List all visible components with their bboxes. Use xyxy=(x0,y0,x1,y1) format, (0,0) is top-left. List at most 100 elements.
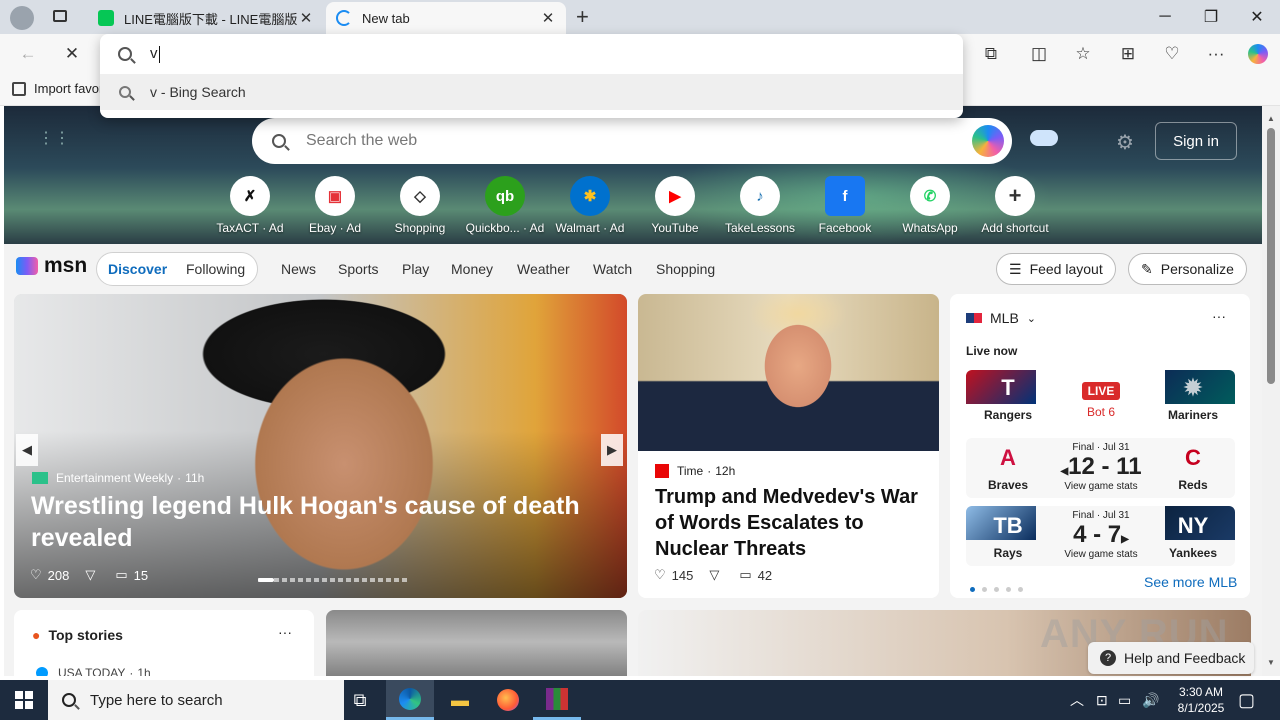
weather-cloud-icon[interactable] xyxy=(1030,130,1058,146)
network-icon[interactable]: ▭ xyxy=(1118,680,1131,720)
tab-discover[interactable]: Discover xyxy=(108,261,167,277)
shortcut-quickbooks[interactable]: qb Quickbo... · Ad xyxy=(460,176,550,235)
carousel-next-arrow[interactable]: ▶ xyxy=(601,434,623,466)
scrollbar-thumb[interactable] xyxy=(1267,128,1275,384)
trump-story-card[interactable]: Time · 12h Trump and Medvedev's War of W… xyxy=(638,294,939,598)
carousel-dots[interactable] xyxy=(258,578,408,582)
tab-line[interactable]: LINE電腦版下載 - LINE電腦版下載 ✕ xyxy=(88,2,324,34)
more-menu-icon[interactable]: ··· xyxy=(1202,40,1230,68)
scroll-down-arrow[interactable]: ▼ xyxy=(1267,658,1275,667)
extensions-icon[interactable]: ⧉ xyxy=(977,40,1005,68)
takelessons-icon: ♪ xyxy=(740,176,780,216)
mariners-logo-icon: ✹ xyxy=(1183,375,1203,400)
shortcut-taxact[interactable]: ✗ TaxACT · Ad xyxy=(205,176,295,235)
close-tab-icon[interactable]: ✕ xyxy=(540,9,556,27)
like-icon[interactable]: ♡ xyxy=(654,567,666,583)
taskbar-search-box[interactable]: Type here to search xyxy=(48,680,344,720)
close-window-button[interactable]: ✕ xyxy=(1234,0,1280,34)
like-icon[interactable]: ♡ xyxy=(30,567,42,583)
tab-actions-icon[interactable] xyxy=(53,10,67,22)
minimize-button[interactable]: ─ xyxy=(1142,0,1188,34)
shortcut-walmart[interactable]: ✱ Walmart · Ad xyxy=(545,176,635,235)
ebay-icon: ▣ xyxy=(315,176,355,216)
help-feedback-button[interactable]: ? Help and Feedback xyxy=(1088,642,1254,674)
story-headline[interactable]: Trump and Medvedev's War of Words Escala… xyxy=(655,484,925,562)
shortcut-whatsapp[interactable]: ✆ WhatsApp xyxy=(885,176,975,235)
more-options-icon[interactable]: ··· xyxy=(1212,308,1226,324)
whatsapp-icon: ✆ xyxy=(910,176,950,216)
shortcut-takelessons[interactable]: ♪ TakeLessons xyxy=(715,176,805,235)
performance-icon[interactable]: ♡ xyxy=(1158,40,1186,68)
mlb-title[interactable]: MLB xyxy=(990,310,1019,326)
notification-icon[interactable]: ▢ xyxy=(1238,680,1255,720)
apps-grid-icon[interactable]: ⋮⋮ xyxy=(38,128,70,147)
shortcut-ebay[interactable]: ▣ Ebay · Ad xyxy=(290,176,380,235)
scroll-up-arrow[interactable]: ▲ xyxy=(1267,114,1275,123)
restore-button[interactable]: ❐ xyxy=(1188,0,1234,34)
nav-weather[interactable]: Weather xyxy=(517,261,570,277)
edge-taskbar-icon[interactable] xyxy=(386,680,434,720)
copilot-icon[interactable] xyxy=(972,125,1004,157)
add-shortcut-button[interactable]: + Add shortcut xyxy=(970,176,1060,235)
top-stories-title[interactable]: Top stories xyxy=(48,627,122,643)
suggestion-bing-search[interactable]: v - Bing Search xyxy=(100,74,963,110)
feed-layout-button[interactable]: ☰ Feed layout xyxy=(996,253,1116,285)
favorites-star-icon[interactable]: ☆ xyxy=(1069,40,1097,68)
nav-shopping[interactable]: Shopping xyxy=(656,261,715,277)
more-options-icon[interactable]: ··· xyxy=(278,624,292,640)
copilot-icon[interactable] xyxy=(1244,40,1272,68)
firefox-icon[interactable] xyxy=(484,680,532,720)
view-game-stats-link[interactable]: View game stats xyxy=(1046,549,1156,560)
msn-logo[interactable]: msn xyxy=(16,254,87,278)
tab-new-tab[interactable]: New tab ✕ xyxy=(326,2,566,34)
file-explorer-icon[interactable]: ▬ xyxy=(436,680,484,720)
comment-icon[interactable]: ▭ xyxy=(739,567,751,583)
tab-following[interactable]: Following xyxy=(186,261,245,277)
main-story-card[interactable]: ◀ ▶ Entertainment Weekly · 11h Wrestling… xyxy=(14,294,627,598)
show-hidden-icons[interactable]: ︿ xyxy=(1070,680,1084,720)
web-search-box[interactable]: Search the web xyxy=(252,118,1012,164)
sign-in-button[interactable]: Sign in xyxy=(1155,122,1237,160)
import-favorites-button[interactable]: Import favor xyxy=(12,81,103,96)
task-view-icon[interactable]: ⧉ xyxy=(336,680,384,720)
nav-watch[interactable]: Watch xyxy=(593,261,632,277)
game-rays-yankees[interactable]: TB Rays NY Yankees Final · Jul 31 4 - 7▶ Vie… xyxy=(966,506,1235,566)
carousel-prev-arrow[interactable]: ◀ xyxy=(16,434,38,466)
dislike-icon[interactable]: ▽ xyxy=(709,567,719,583)
address-input[interactable]: v xyxy=(100,34,963,74)
chevron-down-icon[interactable]: ⌄ xyxy=(1027,312,1036,325)
nav-money[interactable]: Money xyxy=(451,261,493,277)
nav-news[interactable]: News xyxy=(281,261,316,277)
search-icon xyxy=(272,134,286,148)
story-headline[interactable]: Wrestling legend Hulk Hogan's cause of d… xyxy=(31,490,591,554)
walmart-story-card[interactable] xyxy=(326,610,627,676)
network-status-icon[interactable]: ⊡ xyxy=(1096,680,1108,720)
personalize-button[interactable]: ✎ Personalize xyxy=(1128,253,1247,285)
page-scrollbar[interactable]: ▲ ▼ xyxy=(1262,106,1280,676)
system-clock[interactable]: 3:30 AM 8/1/2025 xyxy=(1170,680,1232,720)
clock-time: 3:30 AM xyxy=(1178,685,1224,699)
shortcut-youtube[interactable]: ▶ YouTube xyxy=(630,176,720,235)
new-tab-plus-icon[interactable]: + xyxy=(576,4,589,30)
see-more-mlb-link[interactable]: See more MLB xyxy=(1144,574,1237,590)
shortcut-facebook[interactable]: f Facebook xyxy=(800,176,890,235)
view-game-stats-link[interactable]: View game stats xyxy=(1046,481,1156,492)
stop-loading-icon[interactable]: ✕ xyxy=(58,40,86,68)
mlb-page-dots[interactable] xyxy=(970,580,1030,595)
game-braves-reds[interactable]: A Braves C Reds Final · Jul 31 ◀12 - 11 View… xyxy=(966,438,1235,498)
close-tab-icon[interactable]: ✕ xyxy=(298,9,314,27)
volume-icon[interactable]: 🔊 xyxy=(1142,680,1159,720)
profile-icon[interactable] xyxy=(10,6,34,30)
game-rangers-mariners[interactable]: T Rangers ✹ Mariners LIVE Bot 6 xyxy=(966,370,1235,430)
winrar-icon[interactable] xyxy=(533,680,581,720)
dislike-icon[interactable]: ▽ xyxy=(85,567,95,583)
split-screen-icon[interactable]: ◫ xyxy=(1025,40,1053,68)
shortcut-shopping[interactable]: ◇ Shopping xyxy=(375,176,465,235)
collections-icon[interactable]: ⊞ xyxy=(1114,40,1142,68)
settings-gear-icon[interactable]: ⚙ xyxy=(1116,130,1134,155)
nav-play[interactable]: Play xyxy=(402,261,429,277)
nav-sports[interactable]: Sports xyxy=(338,261,378,277)
back-arrow-icon[interactable]: ← xyxy=(14,40,42,68)
comment-icon[interactable]: ▭ xyxy=(115,567,127,583)
start-button[interactable] xyxy=(0,680,48,720)
